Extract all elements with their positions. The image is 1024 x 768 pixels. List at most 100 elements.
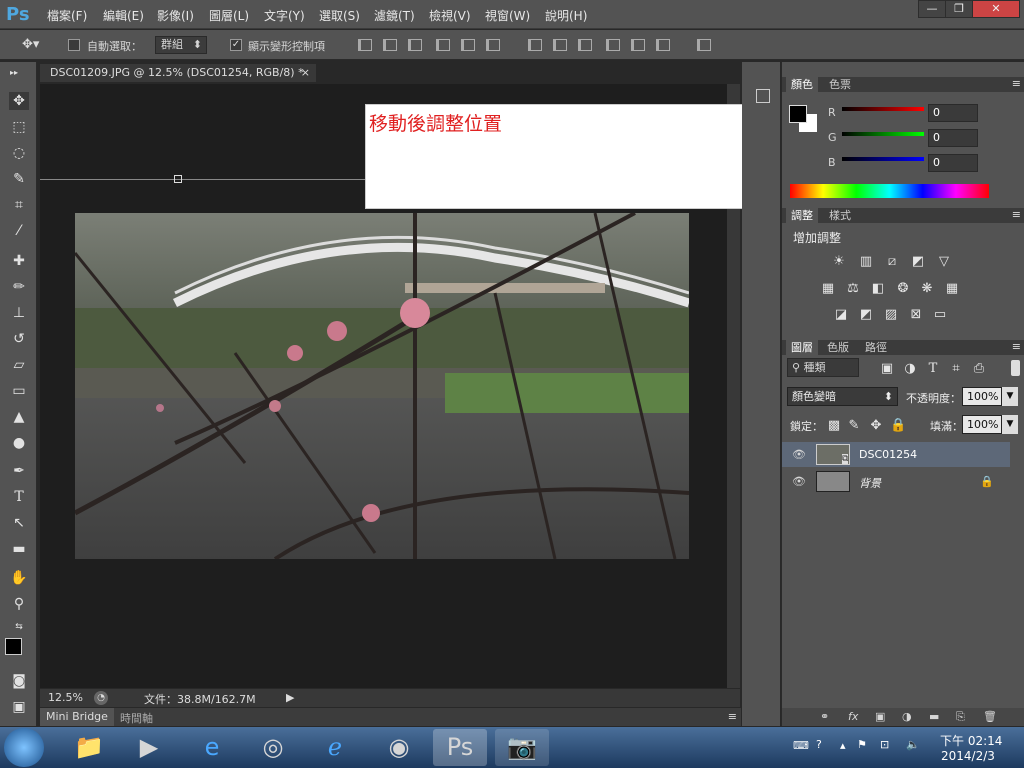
layer-row[interactable]: 👁 背景 🔒 [782, 469, 1010, 494]
eyedropper-tool-icon[interactable]: ⁄ [9, 222, 29, 240]
type-tool-icon[interactable]: T [9, 488, 29, 506]
menu-file[interactable]: 檔案(F) [47, 7, 87, 24]
menu-type[interactable]: 文字(Y) [264, 7, 305, 24]
visibility-eye-icon[interactable]: 👁 [792, 448, 806, 461]
r-slider[interactable] [842, 107, 924, 111]
tab-layers[interactable]: 圖層 [786, 340, 818, 355]
blend-mode-dropdown[interactable]: 顏色變暗 ⬍ [787, 387, 898, 406]
color-spectrum-ramp[interactable] [790, 184, 989, 198]
keyboard-icon[interactable]: ⌨ [793, 739, 809, 752]
menu-filter[interactable]: 濾鏡(T) [374, 7, 415, 24]
black-white-icon[interactable]: ◧ [870, 282, 886, 296]
collapse-toolbox-icon[interactable]: ▸▸ [4, 64, 24, 82]
new-layer-icon[interactable]: ⎘ [956, 710, 965, 724]
color-wheel-app-icon[interactable]: ◎ [246, 729, 300, 766]
auto-select-checkbox[interactable] [68, 39, 80, 51]
quick-select-tool-icon[interactable]: ✎ [9, 170, 29, 188]
tab-adjustments[interactable]: 調整 [786, 208, 818, 223]
opacity-input[interactable]: 100% [962, 387, 1002, 406]
tab-timeline[interactable]: 時間軸 [120, 710, 153, 726]
filter-toggle-switch[interactable] [1011, 360, 1020, 376]
distribute-vcenter-icon[interactable] [553, 39, 567, 51]
posterize-icon[interactable]: ◩ [858, 308, 874, 322]
network-icon[interactable]: ⊡ [880, 738, 889, 751]
quick-mask-icon[interactable]: ◙ [9, 672, 29, 690]
photo-filter-icon[interactable]: ❂ [895, 282, 911, 296]
exposure-icon[interactable]: ◩ [910, 255, 926, 269]
lock-image-icon[interactable]: ✎ [846, 419, 862, 433]
align-top-icon[interactable] [358, 39, 372, 51]
threshold-icon[interactable]: ▨ [883, 308, 899, 322]
crop-tool-icon[interactable]: ⌗ [9, 196, 29, 214]
filter-pixel-icon[interactable]: ▣ [879, 362, 895, 376]
adjust-panel-menu-icon[interactable]: ≡ [1012, 208, 1021, 221]
brightness-icon[interactable]: ☀ [831, 255, 847, 269]
close-tab-icon[interactable]: × [301, 64, 310, 82]
fill-dropdown-arrow-icon[interactable]: ▼ [1002, 415, 1018, 434]
menu-image[interactable]: 影像(I) [157, 7, 194, 24]
zoom-level[interactable]: 12.5% [48, 691, 83, 704]
distribute-left-icon[interactable] [606, 39, 620, 51]
opacity-dropdown-arrow-icon[interactable]: ▼ [1002, 387, 1018, 406]
swap-colors-icon[interactable]: ⇆ [9, 618, 29, 636]
layer-row[interactable]: 👁 ⧉ DSC01254 [782, 442, 1010, 467]
eraser-tool-icon[interactable]: ▱ [9, 356, 29, 374]
gradient-tool-icon[interactable]: ▭ [9, 382, 29, 400]
align-bottom-icon[interactable] [408, 39, 422, 51]
marquee-tool-icon[interactable]: ⬚ [9, 118, 29, 136]
levels-icon[interactable]: ▥ [858, 255, 874, 269]
fill-input[interactable]: 100% [962, 415, 1002, 434]
align-left-icon[interactable] [436, 39, 450, 51]
align-right-icon[interactable] [486, 39, 500, 51]
path-selection-tool-icon[interactable]: ↖ [9, 514, 29, 532]
b-value[interactable]: 0 [928, 154, 978, 172]
close-window-button[interactable]: ✕ [972, 0, 1020, 18]
lock-all-icon[interactable]: 🔒 [890, 419, 906, 433]
auto-align-icon[interactable] [697, 39, 711, 51]
gradient-map-icon[interactable]: ⊠ [908, 308, 924, 322]
filter-shape-icon[interactable]: ⌗ [948, 362, 964, 376]
curves-icon[interactable]: ⧄ [884, 255, 900, 269]
hand-tool-icon[interactable]: ✋ [9, 569, 29, 587]
internet-explorer-icon[interactable]: e [185, 729, 239, 766]
tab-channels[interactable]: 色版 [822, 340, 854, 355]
layer-name[interactable]: DSC01254 [859, 448, 917, 461]
filter-smart-object-icon[interactable]: ⎙ [971, 362, 987, 376]
brush-tool-icon[interactable]: ✏ [9, 278, 29, 296]
distribute-right-icon[interactable] [656, 39, 670, 51]
tray-expand-icon[interactable]: ▴ [840, 739, 846, 752]
clock-time[interactable]: 下午 02:14 [940, 732, 1002, 749]
start-button[interactable] [4, 728, 44, 767]
panel-menu-icon[interactable]: ≡ [728, 710, 737, 723]
lock-transparent-icon[interactable]: ▩ [826, 419, 842, 433]
filter-type-icon[interactable]: T [925, 362, 941, 376]
menu-edit[interactable]: 編輯(E) [103, 7, 144, 24]
tab-mini-bridge[interactable]: Mini Bridge [40, 708, 114, 726]
layer-name[interactable]: 背景 [859, 475, 881, 491]
screen-mode-icon[interactable]: ▣ [9, 698, 29, 716]
distribute-top-icon[interactable] [528, 39, 542, 51]
photoshop-taskbar-icon[interactable]: Ps [433, 729, 487, 766]
blur-tool-icon[interactable]: ▲ [9, 408, 29, 426]
move-tool-icon[interactable]: ✥ [9, 92, 29, 110]
zoom-tool-icon[interactable]: ⚲ [9, 595, 29, 613]
tab-paths[interactable]: 路徑 [860, 340, 892, 355]
rectangle-tool-icon[interactable]: ▬ [9, 540, 29, 558]
selective-color-icon[interactable]: ▭ [932, 308, 948, 322]
healing-brush-tool-icon[interactable]: ✚ [9, 252, 29, 270]
minimize-button[interactable]: — [918, 0, 946, 18]
align-horizontal-center-icon[interactable] [461, 39, 475, 51]
layers-panel-menu-icon[interactable]: ≡ [1012, 340, 1021, 353]
filter-adjustment-icon[interactable]: ◑ [902, 362, 918, 376]
g-value[interactable]: 0 [928, 129, 978, 147]
media-player-icon[interactable]: ▶ [122, 729, 176, 766]
menu-view[interactable]: 檢視(V) [429, 7, 471, 24]
pen-tool-icon[interactable]: ✒ [9, 462, 29, 480]
visibility-eye-icon[interactable]: 👁 [792, 475, 806, 488]
transform-handle[interactable] [174, 175, 182, 183]
color-panel-menu-icon[interactable]: ≡ [1012, 77, 1021, 90]
explorer-icon[interactable]: 📁 [62, 729, 116, 766]
status-info-icon[interactable]: ◔ [94, 691, 108, 705]
add-mask-icon[interactable]: ▣ [875, 710, 885, 723]
invert-icon[interactable]: ◪ [833, 308, 849, 322]
